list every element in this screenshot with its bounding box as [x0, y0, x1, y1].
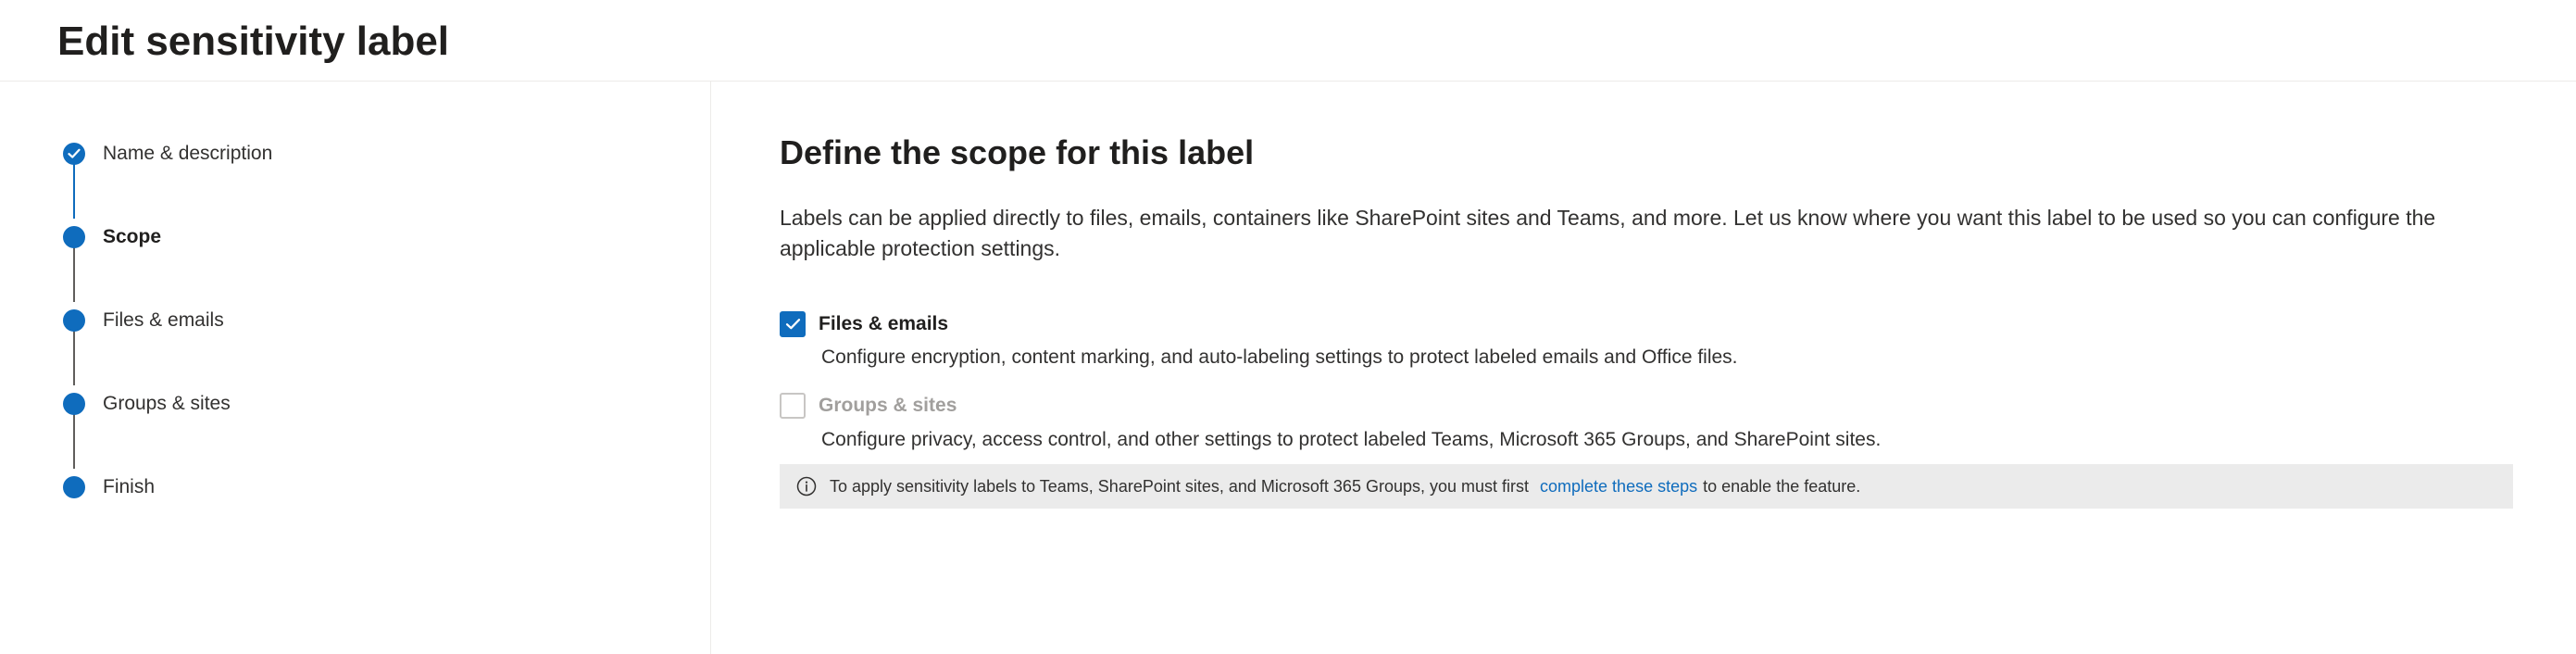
step-label: Files & emails	[103, 309, 224, 331]
groups-sites-description: Configure privacy, access control, and o…	[821, 429, 1882, 450]
step-connector	[73, 163, 75, 219]
step-connector	[73, 246, 75, 302]
groups-sites-label: Groups & sites	[819, 395, 957, 416]
step-label: Finish	[103, 476, 156, 497]
checkmark-icon	[785, 319, 801, 330]
files-emails-checkbox[interactable]	[780, 311, 806, 337]
complete-these-steps-link[interactable]: complete these steps	[1540, 477, 1697, 497]
step-label: Name & description	[103, 143, 273, 164]
info-icon	[796, 476, 817, 497]
page-title: Edit sensitivity label	[57, 19, 450, 64]
section-title: Define the scope for this label	[780, 133, 1255, 171]
files-emails-description: Configure encryption, content marking, a…	[821, 346, 1738, 368]
info-text-suffix: to enable the feature.	[1703, 476, 1861, 496]
step-connector	[73, 413, 75, 469]
step-label: Scope	[103, 226, 162, 247]
wizard-steps-sidebar: Name & description Scope Files & emails …	[0, 82, 711, 654]
info-message-bar: To apply sensitivity labels to Teams, Sh…	[780, 464, 2513, 509]
step-dot-icon	[63, 309, 85, 332]
step-connector	[73, 330, 75, 385]
section-description: Labels can be applied directly to files,…	[780, 206, 2436, 260]
step-current-dot-icon	[63, 226, 85, 248]
page-header: Edit sensitivity label	[0, 0, 2576, 82]
files-emails-label[interactable]: Files & emails	[819, 311, 948, 337]
info-text: To apply sensitivity labels to Teams, Sh…	[830, 476, 1530, 496]
step-dot-icon	[63, 393, 85, 415]
files-emails-option[interactable]: Files & emails	[780, 311, 948, 337]
step-completed-check-icon	[63, 143, 85, 165]
groups-sites-option: Groups & sites	[780, 393, 957, 419]
step-dot-icon	[63, 476, 85, 498]
step-label: Groups & sites	[103, 393, 231, 414]
groups-sites-checkbox	[780, 393, 806, 419]
